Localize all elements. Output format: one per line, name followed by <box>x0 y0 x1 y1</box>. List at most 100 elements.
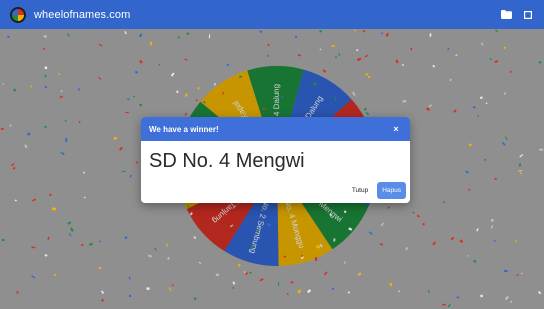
confetti-piece <box>189 211 193 216</box>
confetti-piece <box>44 66 48 70</box>
confetti-piece <box>184 58 188 62</box>
confetti-piece <box>456 296 460 299</box>
confetti-piece <box>13 88 17 92</box>
confetti-piece <box>348 227 353 231</box>
topbar-actions <box>500 9 534 21</box>
confetti-piece <box>124 31 127 35</box>
confetti-piece <box>297 289 302 294</box>
confetti-piece <box>60 152 63 154</box>
confetti-piece <box>49 193 52 197</box>
confetti-piece <box>329 213 332 216</box>
confetti-piece <box>333 238 336 242</box>
confetti-piece <box>232 286 235 289</box>
confetti-piece <box>401 63 405 67</box>
confetti-piece <box>503 92 507 95</box>
confetti-piece <box>368 76 371 79</box>
confetti-piece <box>301 254 304 257</box>
confetti-piece <box>203 100 206 104</box>
confetti-piece <box>118 146 123 151</box>
confetti-piece <box>171 284 174 287</box>
confetti-piece <box>520 272 523 274</box>
confetti-piece <box>322 69 327 73</box>
confetti-piece <box>338 53 341 56</box>
confetti-piece <box>124 236 128 240</box>
fullscreen-icon[interactable] <box>522 9 534 21</box>
folder-icon[interactable] <box>500 9 512 21</box>
confetti-piece <box>176 90 179 93</box>
confetti-piece <box>363 107 367 111</box>
confetti-piece <box>197 86 200 90</box>
confetti-piece <box>239 75 243 78</box>
confetti-piece <box>422 223 425 226</box>
confetti-piece <box>485 102 488 105</box>
confetti-piece <box>509 300 513 303</box>
close-button[interactable]: Tutup <box>347 183 373 198</box>
confetti-piece <box>68 232 72 237</box>
confetti-piece <box>283 255 287 258</box>
wheel-logo-icon[interactable] <box>10 6 26 23</box>
confetti-piece <box>229 224 234 228</box>
confetti-piece <box>313 82 317 86</box>
confetti-piece <box>416 214 421 218</box>
confetti-piece <box>280 95 284 99</box>
confetti-piece <box>193 297 197 301</box>
confetti-piece <box>9 124 12 127</box>
winner-dialog: We have a winner! × SD No. 4 Mengwi Tutu… <box>141 117 410 203</box>
confetti-piece <box>514 240 517 243</box>
confetti-piece <box>501 141 506 146</box>
confetti-piece <box>147 254 152 258</box>
confetti-piece <box>379 243 384 246</box>
confetti-piece <box>343 210 347 214</box>
confetti-piece <box>519 153 524 158</box>
confetti-piece <box>31 275 36 279</box>
confetti-piece <box>187 205 190 208</box>
confetti-piece <box>128 294 132 298</box>
confetti-piece <box>259 30 263 34</box>
confetti-piece <box>410 47 413 51</box>
confetti-piece <box>432 241 437 246</box>
confetti-piece <box>466 254 469 257</box>
dialog-title: We have a winner! <box>149 124 219 134</box>
confetti-piece <box>99 240 102 243</box>
confetti-piece <box>12 166 16 170</box>
confetti-piece <box>473 259 477 263</box>
confetti-piece <box>2 83 4 85</box>
confetti-piece <box>490 218 494 223</box>
confetti-piece <box>331 287 335 290</box>
confetti-piece <box>70 227 74 232</box>
site-title[interactable]: wheelofnames.com <box>34 9 130 21</box>
confetti-piece <box>402 99 407 103</box>
confetti-piece <box>186 32 190 36</box>
confetti-piece <box>166 243 168 247</box>
confetti-piece <box>480 294 484 298</box>
confetti-piece <box>479 96 483 99</box>
confetti-piece <box>83 171 85 174</box>
confetti-piece <box>113 137 118 140</box>
confetti-piece <box>27 132 31 136</box>
confetti-piece <box>262 107 266 111</box>
confetti-piece <box>226 63 230 67</box>
confetti-piece <box>449 78 452 82</box>
confetti-piece <box>539 148 544 151</box>
confetti-piece <box>98 43 103 47</box>
confetti-piece <box>518 163 522 167</box>
confetti-piece <box>459 239 464 244</box>
confetti-piece <box>44 85 47 89</box>
confetti-piece <box>356 49 359 52</box>
remove-button[interactable]: Hapus <box>377 182 406 199</box>
confetti-piece <box>477 115 479 117</box>
confetti-piece <box>480 42 484 46</box>
confetti-piece <box>472 105 476 109</box>
confetti-piece <box>250 244 255 250</box>
confetti-piece <box>243 270 246 274</box>
confetti-piece <box>504 136 508 141</box>
confetti-piece <box>504 269 508 273</box>
confetti-piece <box>385 32 389 37</box>
close-icon[interactable]: × <box>390 123 402 135</box>
confetti-piece <box>490 224 494 229</box>
confetti-piece <box>319 48 322 51</box>
confetti-piece <box>286 293 289 296</box>
confetti-piece <box>344 261 346 264</box>
confetti-piece <box>429 33 432 37</box>
confetti-piece <box>146 287 150 291</box>
